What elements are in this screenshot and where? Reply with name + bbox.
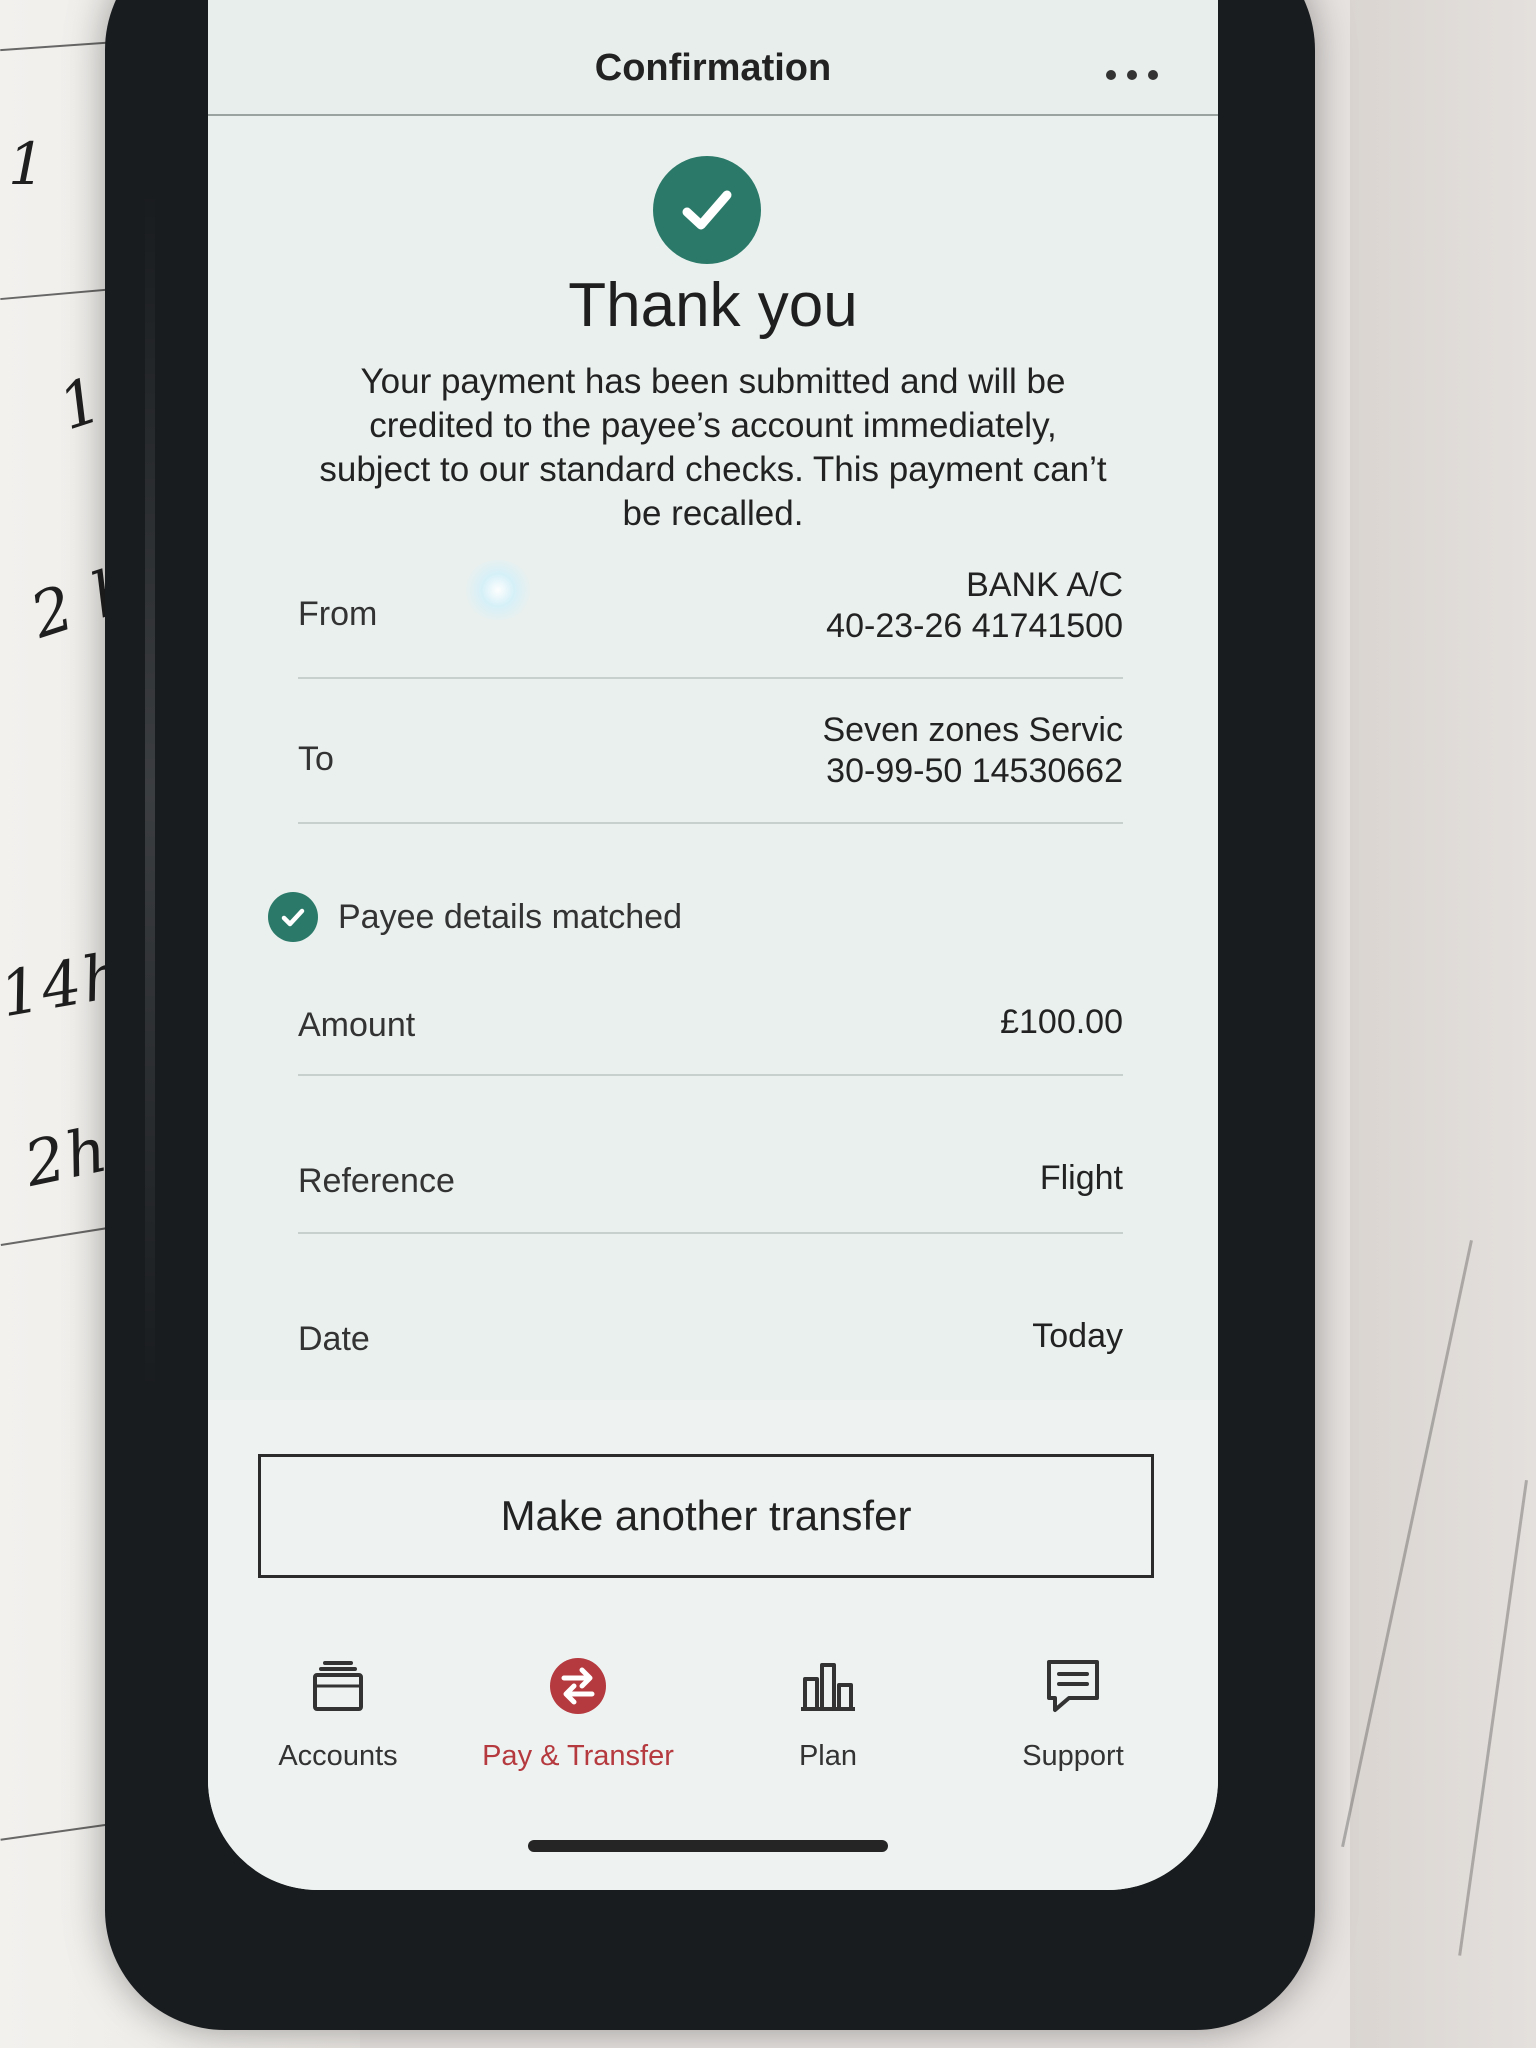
nav-item-accounts[interactable]: Accounts — [238, 1650, 438, 1773]
amount-row: Amount £100.00 — [298, 978, 1123, 1076]
date-label: Date — [298, 1320, 370, 1358]
handwritten-note: 1 — [8, 130, 47, 198]
reference-label: Reference — [298, 1162, 455, 1200]
table-background — [1350, 0, 1536, 2048]
from-label: From — [298, 595, 378, 633]
date-value: Today — [1032, 1317, 1123, 1355]
nav-label-pay-transfer: Pay & Transfer — [482, 1740, 674, 1772]
reference-row: Reference Flight — [298, 1132, 1123, 1234]
nav-item-support[interactable]: Support — [973, 1650, 1173, 1773]
phone-glare — [145, 190, 155, 1390]
payment-message: Your payment has been submitted and will… — [319, 362, 1107, 533]
nav-label-support: Support — [1022, 1740, 1124, 1772]
phone-screen: Confirmation Thank you Your payment has … — [208, 0, 1218, 1890]
to-row: To Seven zones Servic 30-99-50 14530662 — [298, 710, 1123, 824]
check-circle-icon — [268, 892, 318, 942]
home-indicator — [528, 1840, 888, 1852]
reference-value: Flight — [1039, 1159, 1123, 1197]
nav-label-accounts: Accounts — [278, 1740, 398, 1772]
from-account-number: 40-23-26 41741500 — [826, 607, 1123, 645]
to-account-number: 30-99-50 14530662 — [826, 752, 1123, 790]
page-title: Confirmation — [594, 47, 832, 89]
chat-icon — [973, 1650, 1173, 1722]
more-dot — [1127, 70, 1137, 80]
bar-chart-icon — [728, 1650, 928, 1722]
nav-item-pay-transfer[interactable]: Pay & Transfer — [478, 1650, 678, 1773]
make-another-transfer-button[interactable]: Make another transfer — [258, 1454, 1154, 1578]
bottom-navigation: Accounts Pay & Transfer Plan Support — [208, 1650, 1218, 1790]
payee-match-text: Payee details matched — [338, 897, 682, 936]
more-dot — [1106, 70, 1116, 80]
from-account-name: BANK A/C — [966, 566, 1123, 604]
payee-match-status: Payee details matched — [268, 892, 682, 942]
thank-you-heading: Thank you — [568, 271, 858, 340]
more-dot — [1148, 70, 1158, 80]
transfer-icon — [478, 1650, 678, 1722]
amount-value: £100.00 — [1000, 1003, 1123, 1041]
to-value: Seven zones Servic 30-99-50 14530662 — [823, 710, 1124, 792]
from-value: BANK A/C 40-23-26 41741500 — [826, 565, 1123, 647]
nav-label-plan: Plan — [798, 1740, 858, 1772]
nav-item-plan[interactable]: Plan — [728, 1650, 928, 1773]
to-payee-name: Seven zones Servic — [822, 711, 1124, 749]
top-header: Confirmation — [208, 0, 1218, 116]
from-row: From BANK A/C 40-23-26 41741500 — [298, 565, 1123, 679]
check-circle-icon — [653, 156, 761, 264]
more-horizontal-icon[interactable] — [1106, 70, 1160, 82]
amount-label: Amount — [298, 1006, 416, 1044]
wallet-icon — [238, 1650, 438, 1722]
date-row: Date Today — [298, 1290, 1123, 1400]
to-label: To — [298, 740, 334, 778]
